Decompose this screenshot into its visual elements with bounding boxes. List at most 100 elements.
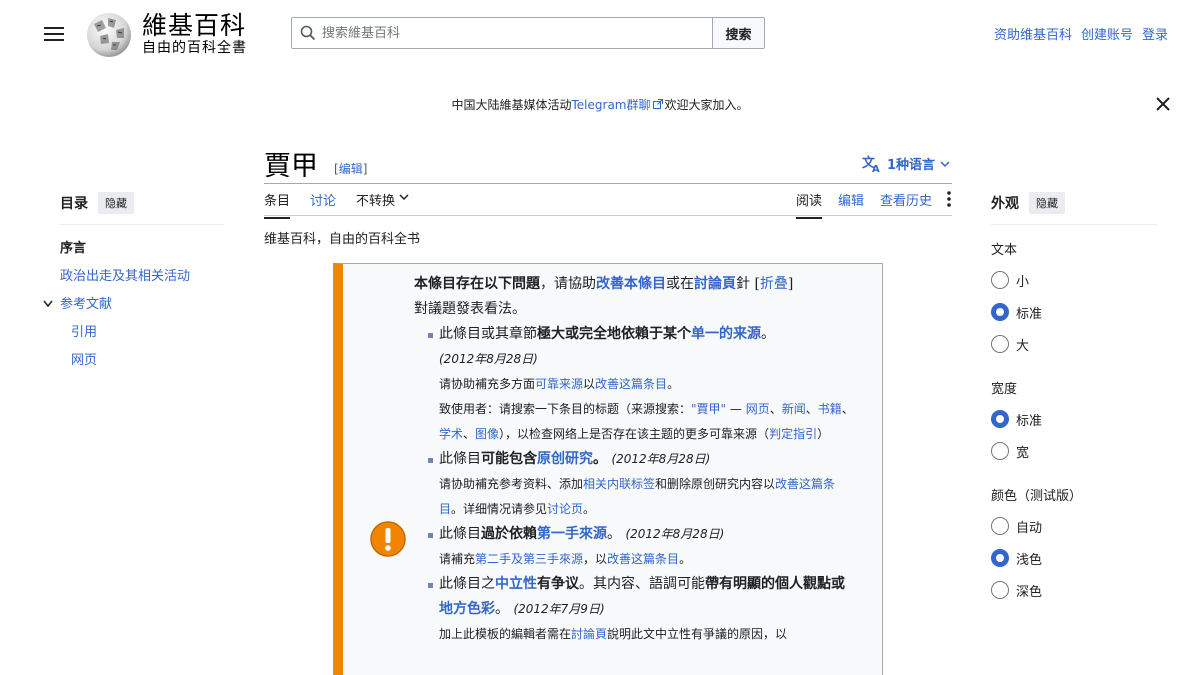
toc-hide-button[interactable]: 隐藏: [98, 192, 134, 214]
toc-item-webpages[interactable]: 网页: [60, 347, 224, 375]
issue-note: 。: [583, 502, 596, 516]
intro-text: ，请協助: [540, 276, 596, 292]
search-news-link[interactable]: 新闻: [782, 402, 806, 416]
issue-note: ），以检查网络上是否存在该主题的更多可靠来源（: [499, 427, 770, 441]
search-form: 搜索: [291, 17, 765, 49]
edit-title-link[interactable]: 编辑: [339, 162, 363, 176]
site-notice: 中国大陆維基媒体活动Telegram群聊 欢迎大家加入。: [0, 96, 1200, 113]
search-icon: [300, 25, 316, 41]
issue-bold: 有争议: [537, 576, 579, 592]
reliable-sources-link[interactable]: 可靠来源: [535, 377, 583, 391]
radio-button[interactable]: [991, 442, 1009, 460]
inline-tags-link[interactable]: 相关内联标签: [583, 477, 655, 491]
improve-article-link[interactable]: 改善本條目: [596, 276, 666, 292]
issue-note: ，以: [583, 552, 608, 566]
color-label: 颜色（测试版）: [991, 489, 1083, 504]
issue-bold: 極大或完全地依賴于某个: [537, 326, 691, 342]
toc-item-citations[interactable]: 引用: [60, 319, 224, 347]
collapse-link[interactable]: 折叠: [760, 276, 788, 292]
donate-link[interactable]: 资助维基百科: [994, 24, 1072, 43]
notice-telegram-link[interactable]: Telegram群聊: [572, 98, 651, 112]
improve-link[interactable]: 改善这篇条目: [607, 552, 679, 566]
option-label: 小: [1016, 274, 1030, 290]
language-button[interactable]: 文A 1种语言: [862, 154, 950, 173]
text-size-large[interactable]: 大: [991, 328, 1157, 360]
radio-button-selected[interactable]: [991, 549, 1009, 567]
issue-note: 。详细情况请参见: [451, 502, 548, 516]
message-box-intro: 本條目存在以下問題，请協助改善本條目或在討論頁針 [折叠] 對議題發表看法。: [414, 276, 794, 317]
toc-item-references-row: 参考文献: [43, 291, 224, 319]
title-divider: [264, 183, 952, 184]
search-books-link[interactable]: 书籍: [818, 402, 842, 416]
site-tagline: 自由的百科全書: [142, 40, 247, 56]
radio-button-selected[interactable]: [991, 303, 1009, 321]
radio-button[interactable]: [991, 271, 1009, 289]
issue-note: 和删除原创研究内容以: [655, 477, 776, 491]
create-account-link[interactable]: 创建账号: [1081, 24, 1133, 43]
primary-sources-link[interactable]: 第一手來源: [537, 526, 607, 542]
radio-button[interactable]: [991, 581, 1009, 599]
search-scholar-link[interactable]: 学术: [439, 427, 463, 441]
radio-button-selected[interactable]: [991, 410, 1009, 428]
notice-text: 中国大陆維基媒体活动: [451, 98, 572, 112]
search-button[interactable]: 搜索: [713, 17, 765, 49]
talk-page-link[interactable]: 討論頁: [694, 276, 736, 292]
search-images-link[interactable]: 图像: [475, 427, 499, 441]
issue-note: ）: [817, 427, 830, 441]
width-label: 宽度: [991, 382, 1018, 397]
option-label: 浅色: [1016, 552, 1043, 568]
talk-link[interactable]: 讨论页: [547, 502, 583, 516]
toc-item-references[interactable]: 参考文献: [60, 297, 112, 312]
search-title-link[interactable]: "賈甲": [691, 402, 726, 416]
color-light[interactable]: 浅色: [991, 542, 1157, 574]
guideline-link[interactable]: 判定指引: [769, 427, 817, 441]
issue-note: 、: [769, 402, 782, 416]
close-icon[interactable]: [1154, 95, 1172, 113]
search-web-link[interactable]: 网页: [746, 402, 770, 416]
single-source-link[interactable]: 单一的来源: [691, 326, 761, 342]
talk-link[interactable]: 討論頁: [571, 627, 607, 641]
more-options-icon[interactable]: [946, 190, 952, 208]
edit-section-link[interactable]: [编辑]: [334, 160, 367, 177]
issue-date: (2012年7月9日): [513, 602, 605, 616]
width-standard[interactable]: 标准: [991, 403, 1157, 435]
bullet-icon: [428, 533, 433, 538]
toc-item-intro[interactable]: 序言: [60, 235, 224, 263]
appearance-panel: 外观 隐藏 文本 小 标准 大 宽度 标准 宽 颜色（测试版） 自动 浅色 深色: [991, 192, 1157, 606]
option-label: 自动: [1016, 520, 1043, 536]
neutrality-link[interactable]: 中立性: [495, 576, 537, 592]
appearance-hide-button[interactable]: 隐藏: [1029, 192, 1065, 214]
search-input[interactable]: [322, 25, 682, 41]
issue-text: 此條目: [439, 526, 481, 542]
width-wide[interactable]: 宽: [991, 435, 1157, 467]
radio-button[interactable]: [991, 335, 1009, 353]
issue-note: 、: [805, 402, 818, 416]
chevron-down-icon[interactable]: [43, 300, 53, 308]
color-auto[interactable]: 自动: [991, 510, 1157, 542]
option-label: 标准: [1016, 413, 1043, 429]
improve-link[interactable]: 改善这篇条目: [595, 377, 667, 391]
issue-text: 。: [761, 326, 775, 342]
toc-item-politics[interactable]: 政治出走及其相关活动: [60, 263, 224, 291]
original-research-link[interactable]: 原创研究: [537, 451, 593, 467]
message-box-content: 本條目存在以下問題，请協助改善本條目或在討論頁針 [折叠] 對議題發表看法。 此條…: [414, 272, 854, 647]
login-link[interactable]: 登录: [1142, 24, 1168, 43]
text-size-small[interactable]: 小: [991, 264, 1157, 296]
issue-text: 。其内容、語調可能: [579, 576, 705, 592]
issue-date: (2012年8月28日): [439, 352, 538, 366]
local-color-link[interactable]: 地方色彩: [439, 601, 495, 617]
issue-note: 。: [667, 377, 680, 391]
issue-note: 请协助補充多方面: [439, 377, 536, 391]
issue-text: 。: [607, 526, 621, 542]
secondary-sources-link[interactable]: 第二手及第三手來源: [475, 552, 583, 566]
radio-button[interactable]: [991, 517, 1009, 535]
search-box[interactable]: [291, 17, 713, 49]
main-menu-button[interactable]: [44, 24, 64, 42]
site-logo[interactable]: 維基百科 自由的百科全書: [84, 10, 247, 58]
issue-note: 致使用者：请搜索一下条目的标题（来源搜索：: [439, 402, 692, 416]
issue-date: (2012年8月28日): [611, 452, 711, 466]
issue-bold: 可能包含: [481, 451, 537, 467]
color-dark[interactable]: 深色: [991, 574, 1157, 606]
text-size-standard[interactable]: 标准: [991, 296, 1157, 328]
issue-text: 此條目: [439, 451, 481, 467]
